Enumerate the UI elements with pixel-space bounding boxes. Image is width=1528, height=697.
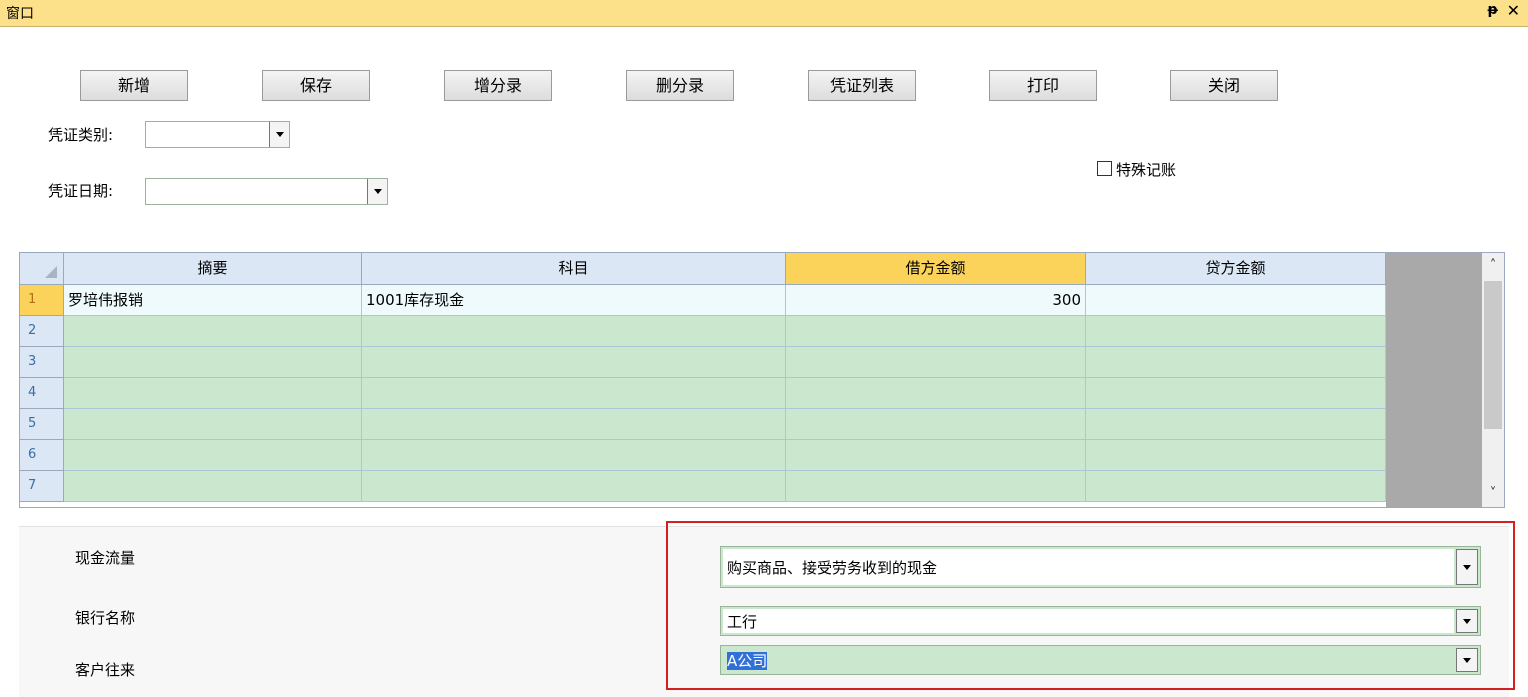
column-header-summary[interactable]: 摘要 bbox=[64, 253, 362, 285]
save-button[interactable]: 保存 bbox=[262, 70, 370, 101]
table-cell[interactable] bbox=[786, 409, 1086, 440]
table-cell[interactable] bbox=[1086, 316, 1386, 347]
table-cell[interactable] bbox=[1086, 285, 1386, 316]
grid-corner[interactable] bbox=[20, 253, 64, 285]
chevron-down-icon[interactable] bbox=[269, 122, 289, 147]
window-title: 窗口 bbox=[6, 6, 34, 22]
voucher-type-label: 凭证类别: bbox=[48, 126, 114, 144]
highlight-box bbox=[666, 521, 1515, 690]
grid-scrollbar[interactable]: ˄ ˅ bbox=[1482, 253, 1504, 507]
table-cell[interactable] bbox=[1086, 347, 1386, 378]
table-cell[interactable] bbox=[64, 378, 362, 409]
pin-icon[interactable]: ᵽ bbox=[1488, 2, 1498, 18]
grid-empty-area bbox=[1386, 253, 1482, 507]
table-cell[interactable] bbox=[362, 378, 786, 409]
voucher-type-select[interactable] bbox=[145, 121, 290, 148]
customer-label: 客户往来 bbox=[75, 661, 136, 679]
table-cell[interactable] bbox=[1086, 440, 1386, 471]
table-cell[interactable] bbox=[786, 347, 1086, 378]
add-button[interactable]: 新增 bbox=[80, 70, 188, 101]
table-cell[interactable] bbox=[786, 471, 1086, 502]
column-header-debit[interactable]: 借方金额 bbox=[786, 253, 1086, 285]
table-cell[interactable] bbox=[1086, 409, 1386, 440]
table-cell[interactable] bbox=[786, 440, 1086, 471]
table-cell[interactable] bbox=[362, 347, 786, 378]
table-cell[interactable]: 300 bbox=[786, 285, 1086, 316]
bank-label: 银行名称 bbox=[75, 609, 136, 627]
row-number[interactable]: 6 bbox=[20, 440, 64, 471]
voucher-date-label: 凭证日期: bbox=[48, 182, 114, 200]
table-cell[interactable]: 1001库存现金 bbox=[362, 285, 786, 316]
column-header-credit[interactable]: 贷方金额 bbox=[1086, 253, 1386, 285]
special-checkbox[interactable] bbox=[1097, 161, 1112, 176]
entry-grid: 摘要 科目 借方金额 贷方金额 1 罗培伟报销 1001库存现金 300 2 3 4 5 6 7 … bbox=[19, 252, 1505, 508]
table-cell[interactable] bbox=[64, 409, 362, 440]
table-cell[interactable]: 罗培伟报销 bbox=[64, 285, 362, 316]
print-button[interactable]: 打印 bbox=[989, 70, 1097, 101]
close-icon[interactable]: ✕ bbox=[1507, 1, 1520, 20]
scroll-up-icon[interactable]: ˄ bbox=[1482, 255, 1504, 277]
window-titlebar: 窗口 ᵽ ✕ bbox=[0, 0, 1528, 27]
table-cell[interactable] bbox=[64, 440, 362, 471]
scroll-thumb[interactable] bbox=[1484, 281, 1502, 429]
column-header-account[interactable]: 科目 bbox=[362, 253, 786, 285]
table-cell[interactable] bbox=[362, 316, 786, 347]
special-label: 特殊记账 bbox=[1116, 161, 1177, 179]
table-cell[interactable] bbox=[362, 409, 786, 440]
row-number[interactable]: 2 bbox=[20, 316, 64, 347]
table-cell[interactable] bbox=[786, 316, 1086, 347]
table-cell[interactable] bbox=[64, 316, 362, 347]
table-cell[interactable] bbox=[64, 347, 362, 378]
table-cell[interactable] bbox=[64, 471, 362, 502]
cash-flow-label: 现金流量 bbox=[75, 549, 136, 567]
row-number[interactable]: 1 bbox=[20, 285, 64, 316]
chevron-down-icon[interactable] bbox=[367, 179, 387, 204]
row-number[interactable]: 3 bbox=[20, 347, 64, 378]
voucher-date-select[interactable] bbox=[145, 178, 388, 205]
add-entry-button[interactable]: 增分录 bbox=[444, 70, 552, 101]
voucher-list-button[interactable]: 凭证列表 bbox=[808, 70, 916, 101]
scroll-down-icon[interactable]: ˅ bbox=[1482, 483, 1504, 505]
table-cell[interactable] bbox=[1086, 378, 1386, 409]
row-number[interactable]: 7 bbox=[20, 471, 64, 502]
close-button[interactable]: 关闭 bbox=[1170, 70, 1278, 101]
row-number[interactable]: 5 bbox=[20, 409, 64, 440]
table-cell[interactable] bbox=[362, 471, 786, 502]
table-cell[interactable] bbox=[362, 440, 786, 471]
delete-entry-button[interactable]: 删分录 bbox=[626, 70, 734, 101]
table-cell[interactable] bbox=[1086, 471, 1386, 502]
row-number[interactable]: 4 bbox=[20, 378, 64, 409]
table-cell[interactable] bbox=[786, 378, 1086, 409]
